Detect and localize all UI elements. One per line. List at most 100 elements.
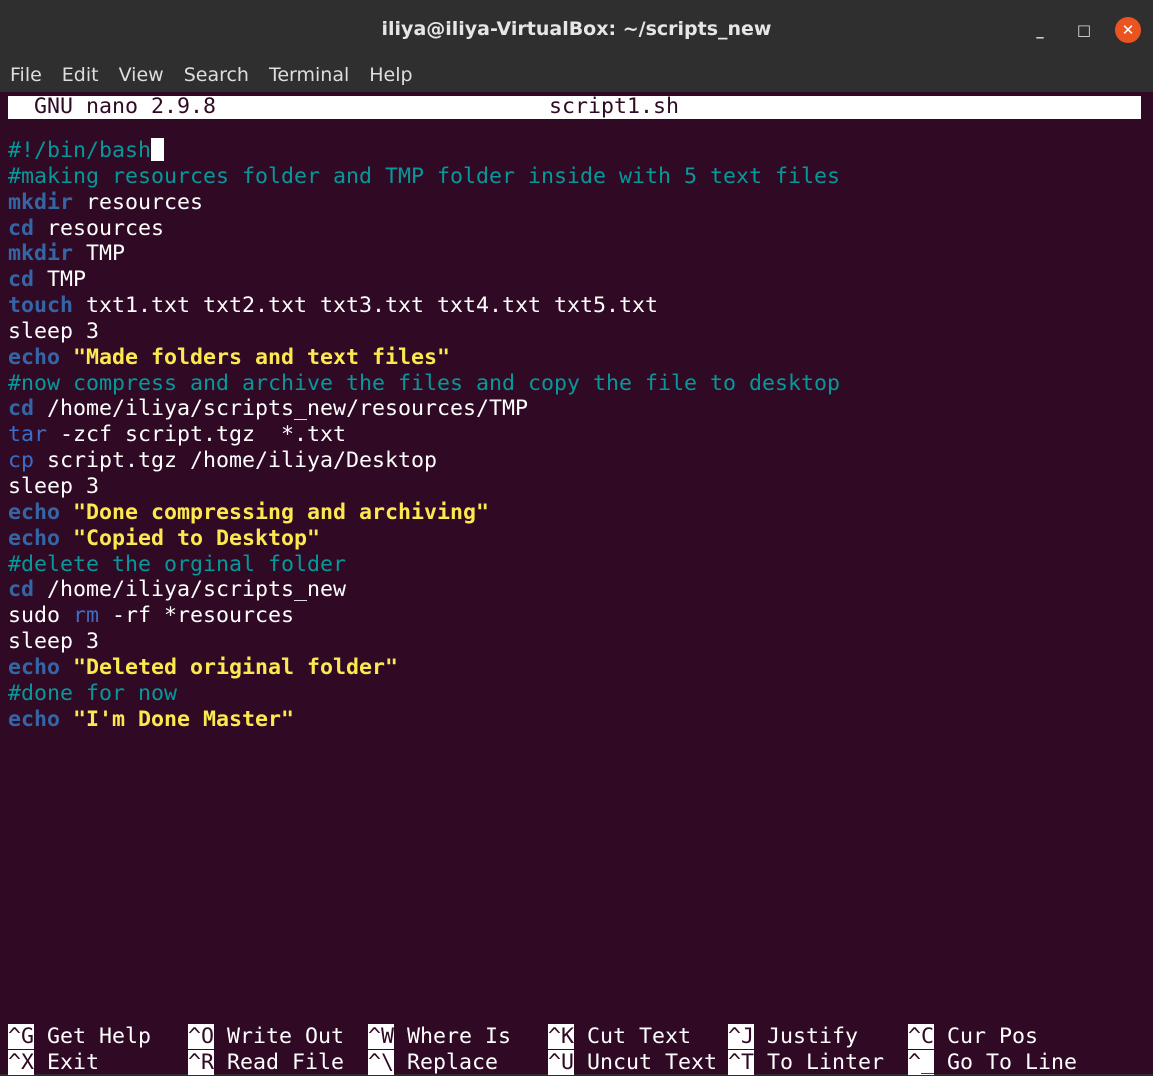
- code-token: script.tgz /home/iliya/Desktop: [34, 448, 438, 474]
- code-token: echo: [8, 525, 61, 551]
- code-token: cp: [8, 448, 35, 474]
- code-line: sudo rm -rf *resources: [8, 603, 840, 629]
- code-token: "I'm Done Master": [73, 706, 295, 732]
- menu-file[interactable]: File: [10, 64, 42, 86]
- shortcut-to-linter[interactable]: ^T To Linter: [728, 1050, 884, 1076]
- code-token: echo: [8, 499, 61, 525]
- code-line: mkdir resources: [8, 190, 840, 216]
- maximize-button[interactable]: □: [1071, 17, 1097, 43]
- code-token: tar: [8, 422, 48, 448]
- shortcut-label: Replace: [394, 1050, 499, 1075]
- shortcut-label: Read File: [214, 1050, 345, 1075]
- code-token: "Made folders and text files": [73, 344, 451, 370]
- shortcut-get-help[interactable]: ^G Get Help: [8, 1024, 151, 1050]
- terminal-area[interactable]: GNU nano 2.9.8 script1.sh #!/bin/bash #ma…: [8, 92, 1141, 1076]
- code-token: resources: [34, 215, 165, 241]
- code-token: touch: [8, 293, 74, 319]
- shortcut-go-to-line[interactable]: ^_ Go To Line: [908, 1050, 1077, 1076]
- title-bar[interactable]: iliya@iliya-VirtualBox: ~/scripts_new _ …: [0, 0, 1153, 58]
- window-controls: _ □ ✕: [1027, 17, 1141, 43]
- menu-edit[interactable]: Edit: [62, 64, 99, 86]
- code-token: rm: [73, 603, 100, 629]
- shortcut-replace[interactable]: ^\ Replace: [368, 1050, 498, 1076]
- menu-view[interactable]: View: [119, 64, 164, 86]
- shortcut-label: Uncut Text: [574, 1050, 718, 1075]
- shortcut-label: Exit: [34, 1050, 100, 1075]
- code-line: cd resources: [8, 216, 840, 242]
- shortcut-label: Cur Pos: [934, 1024, 1039, 1049]
- code-line: tar -zcf script.tgz *.txt: [8, 422, 840, 448]
- nano-header: GNU nano 2.9.8 script1.sh: [8, 94, 1141, 119]
- code-token: sleep 3: [8, 629, 100, 655]
- code-token: cd: [8, 267, 35, 293]
- menu-bar: File Edit View Search Terminal Help: [0, 58, 1153, 92]
- code-token: "Copied to Desktop": [73, 525, 321, 551]
- shortcut-key: ^R: [188, 1050, 215, 1075]
- code-token: cd: [8, 396, 35, 422]
- menu-search[interactable]: Search: [184, 64, 249, 86]
- code-token: cd: [8, 577, 35, 603]
- code-line: cd /home/iliya/scripts_new: [8, 577, 840, 603]
- code-line: #making resources folder and TMP folder …: [8, 164, 840, 190]
- shortcut-justify[interactable]: ^J Justify: [728, 1024, 858, 1050]
- text-cursor: [151, 138, 165, 161]
- code-line: cd TMP: [8, 267, 840, 293]
- code-line: #!/bin/bash: [8, 138, 840, 164]
- close-button[interactable]: ✕: [1115, 17, 1141, 43]
- shortcut-label: To Linter: [754, 1050, 885, 1075]
- code-token: /home/iliya/scripts_new/resources/TMP: [34, 396, 529, 422]
- shortcut-label: Justify: [754, 1024, 859, 1049]
- code-line: echo "Done compressing and archiving": [8, 500, 840, 526]
- editor-buffer[interactable]: #!/bin/bash #making resources folder and …: [8, 138, 840, 732]
- code-line: echo "Deleted original folder": [8, 655, 840, 681]
- shortcut-key: ^\: [368, 1050, 395, 1075]
- shortcut-cur-pos[interactable]: ^C Cur Pos: [908, 1024, 1038, 1050]
- code-token: sleep 3: [8, 473, 100, 499]
- shortcut-exit[interactable]: ^X Exit: [8, 1050, 99, 1076]
- code-token: "Deleted original folder": [73, 654, 399, 680]
- minimize-button[interactable]: _: [1027, 17, 1053, 43]
- code-token: -zcf script.tgz *.txt: [47, 422, 347, 448]
- shortcut-label: Write Out: [214, 1024, 345, 1049]
- shortcut-write-out[interactable]: ^O Write Out: [188, 1024, 344, 1050]
- code-token: sleep 3: [8, 318, 100, 344]
- shortcut-label: Where Is: [394, 1024, 512, 1049]
- nano-version: GNU nano 2.9.8: [34, 94, 217, 119]
- shortcut-cut-text[interactable]: ^K Cut Text: [548, 1024, 691, 1050]
- shortcut-key: ^K: [548, 1024, 575, 1049]
- code-token: TMP: [73, 241, 126, 267]
- code-line: #now compress and archive the files and …: [8, 371, 840, 397]
- code-line: echo "Copied to Desktop": [8, 526, 840, 552]
- shortcut-label: Go To Line: [934, 1050, 1078, 1075]
- shortcut-key: ^W: [368, 1024, 395, 1049]
- shortcut-label: Get Help: [34, 1024, 152, 1049]
- terminal-window: iliya@iliya-VirtualBox: ~/scripts_new _ …: [0, 0, 1153, 1076]
- code-token: /home/iliya/scripts_new: [34, 577, 347, 603]
- code-token: txt1.txt txt2.txt txt3.txt txt4.txt txt5…: [73, 293, 659, 319]
- shortcut-bar: ^G Get Help ^O Write Out ^W Where Is ^K Cut…: [8, 1024, 1141, 1076]
- code-token: #done for now: [8, 680, 178, 706]
- code-line: cd /home/iliya/scripts_new/resources/TMP: [8, 396, 840, 422]
- code-line: mkdir TMP: [8, 241, 840, 267]
- menu-terminal[interactable]: Terminal: [269, 64, 349, 86]
- code-line: #delete the orginal folder: [8, 552, 840, 578]
- code-token: echo: [8, 654, 61, 680]
- code-token: mkdir: [8, 241, 74, 267]
- code-token: TMP: [34, 267, 87, 293]
- shortcut-where-is[interactable]: ^W Where Is: [368, 1024, 511, 1050]
- menu-help[interactable]: Help: [369, 64, 412, 86]
- code-token: #delete the orginal folder: [8, 551, 347, 577]
- code-line: echo "Made folders and text files": [8, 345, 840, 371]
- code-token: echo: [8, 706, 61, 732]
- code-token: "Done compressing and archiving": [73, 499, 490, 525]
- code-token: #now compress and archive the files and …: [8, 370, 841, 396]
- shortcut-key: ^T: [728, 1050, 755, 1075]
- shortcut-row: ^G Get Help ^O Write Out ^W Where Is ^K Cut…: [8, 1024, 1141, 1050]
- code-line: sleep 3: [8, 319, 840, 345]
- code-line: cp script.tgz /home/iliya/Desktop: [8, 448, 840, 474]
- shortcut-read-file[interactable]: ^R Read File: [188, 1050, 344, 1076]
- shortcut-uncut-text[interactable]: ^U Uncut Text: [548, 1050, 717, 1076]
